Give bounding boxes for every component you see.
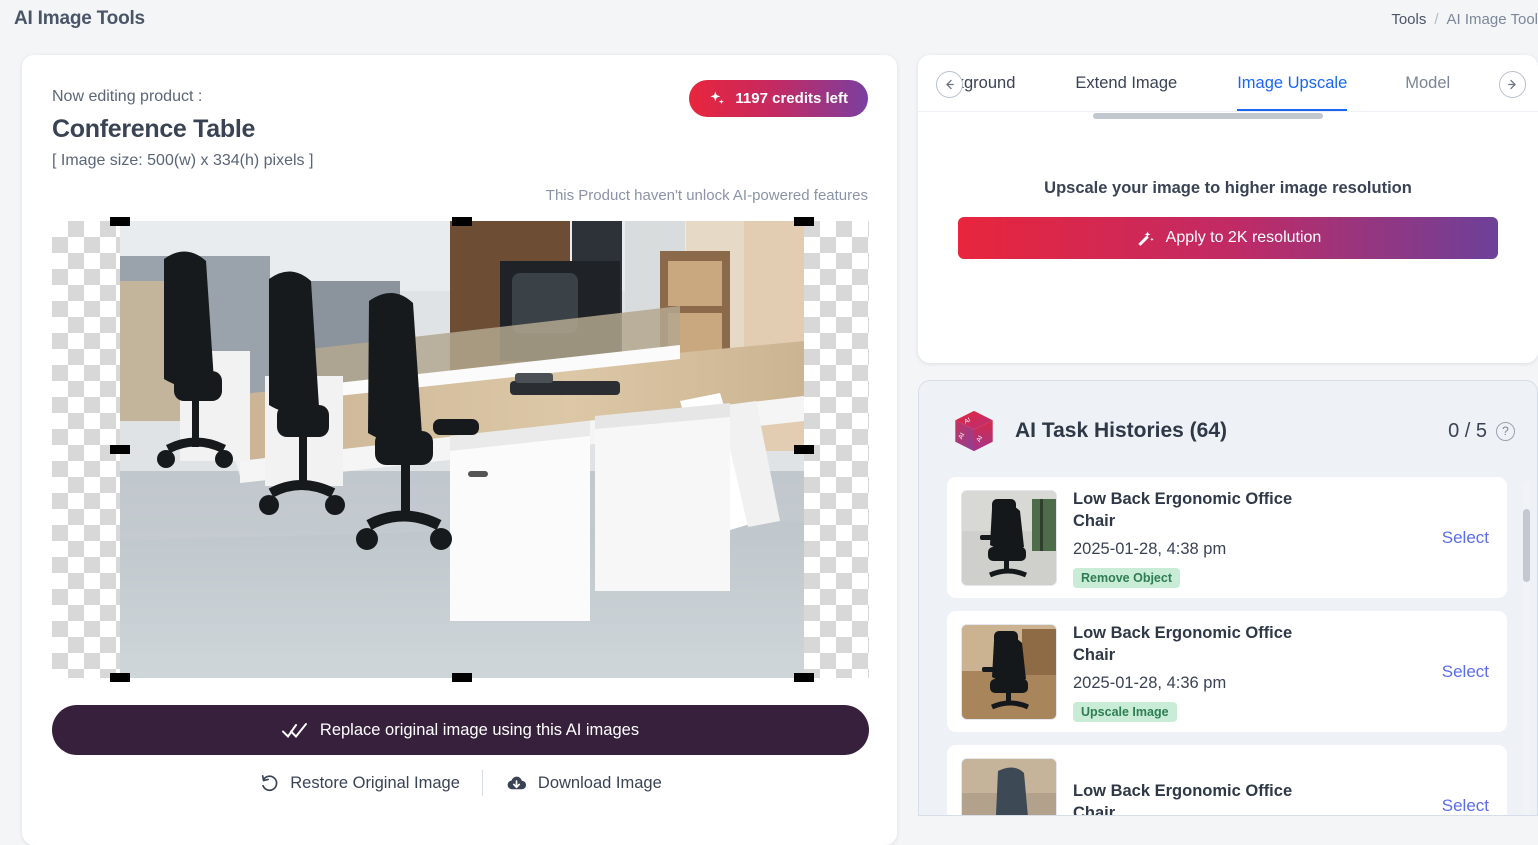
select-button[interactable]: Select <box>1442 528 1489 548</box>
image-editor-card: Now editing product : Conference Table [… <box>22 55 897 845</box>
image-size-text: [ Image size: 500(w) x 334(h) pixels ] <box>52 152 314 169</box>
item-body: Low Back Ergonomic Office Chair 2025-01-… <box>1073 488 1432 588</box>
apply-upscale-button[interactable]: Apply to 2K resolution <box>958 217 1498 259</box>
feature-lock-notice: This Product haven't unlock AI-powered f… <box>545 187 868 204</box>
histories-list[interactable]: Low Back Ergonomic Office Chair 2025-01-… <box>919 477 1537 815</box>
crop-handle-middle-right[interactable] <box>794 445 814 454</box>
top-bar: AI Image Tools Tools / AI Image Tool <box>0 0 1538 38</box>
histories-scrollbar-thumb[interactable] <box>1523 509 1530 582</box>
thumbnail <box>961 623 1057 720</box>
crop-handle-top-left[interactable] <box>110 217 130 226</box>
crop-handle-top-right[interactable] <box>794 217 814 226</box>
item-badge: Remove Object <box>1073 567 1181 588</box>
office-scene-illustration <box>120 221 804 678</box>
histories-counter: 0 / 5 ? <box>1448 420 1515 443</box>
crop-handle-bottom-center[interactable] <box>452 673 472 682</box>
replace-button-label: Replace original image using this AI ima… <box>319 720 640 739</box>
item-title: Low Back Ergonomic Office Chair <box>1073 781 1293 816</box>
tab-extend-image[interactable]: Extend Image <box>1075 55 1178 111</box>
tab-extend-image-label: Extend Image <box>1075 73 1178 92</box>
help-icon[interactable]: ? <box>1496 421 1515 441</box>
double-check-icon <box>281 722 307 738</box>
credits-badge[interactable]: 1197 credits left <box>689 80 868 117</box>
thumbnail <box>961 757 1057 815</box>
thumbnail <box>961 489 1057 586</box>
histories-header: AI AI AI AI Task Histories (64) 0 / 5 ? <box>919 381 1537 481</box>
arrow-right-icon <box>1508 79 1516 90</box>
item-title: Low Back Ergonomic Office Chair <box>1073 623 1293 664</box>
product-name: Conference Table <box>52 115 256 143</box>
tabs-scrollbar-thumb[interactable] <box>1093 113 1323 119</box>
restore-label: Restore Original Image <box>290 773 460 792</box>
breadcrumb-current: AI Image Tool <box>1446 10 1538 28</box>
tabs-scrollbar[interactable] <box>918 112 1538 119</box>
arrow-left-icon <box>946 79 954 90</box>
chair-thumbnail-1 <box>962 490 1056 585</box>
tab-image-upscale-label: Image Upscale <box>1237 73 1348 92</box>
replace-original-image-button[interactable]: Replace original image using this AI ima… <box>52 705 869 755</box>
secondary-actions: Restore Original Image Download Image <box>52 770 869 796</box>
crop-handle-top-center[interactable] <box>452 217 472 226</box>
tabs-scroll-right-button[interactable] <box>1499 71 1526 98</box>
editing-image[interactable] <box>120 221 804 678</box>
download-label: Download Image <box>537 773 662 792</box>
chair-thumbnail-2 <box>962 624 1056 719</box>
editing-label: Now editing product : <box>52 88 203 105</box>
crop-handle-bottom-right[interactable] <box>794 673 814 682</box>
breadcrumb-parent[interactable]: Tools <box>1391 11 1426 28</box>
sparkle-icon <box>710 91 725 105</box>
tool-tabs[interactable]: ...kground Extend Image Image Upscale Mo… <box>918 55 1538 112</box>
histories-title: AI Task Histories (64) <box>1015 419 1228 442</box>
list-item[interactable]: Low Back Ergonomic Office Chair Select <box>947 745 1507 815</box>
item-date: 2025-01-28, 4:38 pm <box>1073 539 1227 558</box>
restore-original-image-button[interactable]: Restore Original Image <box>237 773 482 794</box>
ai-cube-icon: AI AI AI <box>955 410 993 452</box>
select-button[interactable]: Select <box>1442 796 1489 816</box>
magic-wand-icon <box>1138 231 1154 246</box>
list-item[interactable]: Low Back Ergonomic Office Chair 2025-01-… <box>947 477 1507 598</box>
item-badge: Upscale Image <box>1073 701 1177 722</box>
download-image-button[interactable]: Download Image <box>483 772 684 795</box>
histories-scrollbar[interactable] <box>1523 481 1530 815</box>
download-cloud-icon <box>507 776 526 789</box>
tab-model[interactable]: Model <box>1405 55 1451 111</box>
histories-counter-value: 0 / 5 <box>1448 419 1487 442</box>
image-canvas[interactable] <box>52 217 869 682</box>
select-button[interactable]: Select <box>1442 662 1489 682</box>
item-body: Low Back Ergonomic Office Chair 2025-01-… <box>1073 622 1432 722</box>
crop-handle-middle-left[interactable] <box>110 445 130 454</box>
breadcrumb-separator: / <box>1434 10 1439 28</box>
list-item[interactable]: Low Back Ergonomic Office Chair 2025-01-… <box>947 611 1507 732</box>
tabs-scroll-left-button[interactable] <box>936 71 963 98</box>
chair-thumbnail-3 <box>962 758 1056 815</box>
item-body: Low Back Ergonomic Office Chair <box>1073 780 1432 816</box>
credits-label: 1197 credits left <box>735 90 848 107</box>
item-date: 2025-01-28, 4:36 pm <box>1073 673 1227 692</box>
breadcrumb: Tools / AI Image Tool <box>1391 11 1538 28</box>
page-title: AI Image Tools <box>14 8 145 29</box>
upscale-panel-title: Upscale your image to higher image resol… <box>1044 179 1412 197</box>
item-title: Low Back Ergonomic Office Chair <box>1073 489 1293 530</box>
restore-icon <box>262 774 278 791</box>
tab-image-upscale[interactable]: Image Upscale <box>1237 55 1348 111</box>
tab-model-label: Model <box>1405 73 1451 92</box>
tools-panel-card: ...kground Extend Image Image Upscale Mo… <box>918 55 1538 363</box>
apply-upscale-label: Apply to 2K resolution <box>1165 229 1322 246</box>
crop-handle-bottom-left[interactable] <box>110 673 130 682</box>
ai-task-histories-card: AI AI AI AI Task Histories (64) 0 / 5 ? <box>918 380 1538 816</box>
